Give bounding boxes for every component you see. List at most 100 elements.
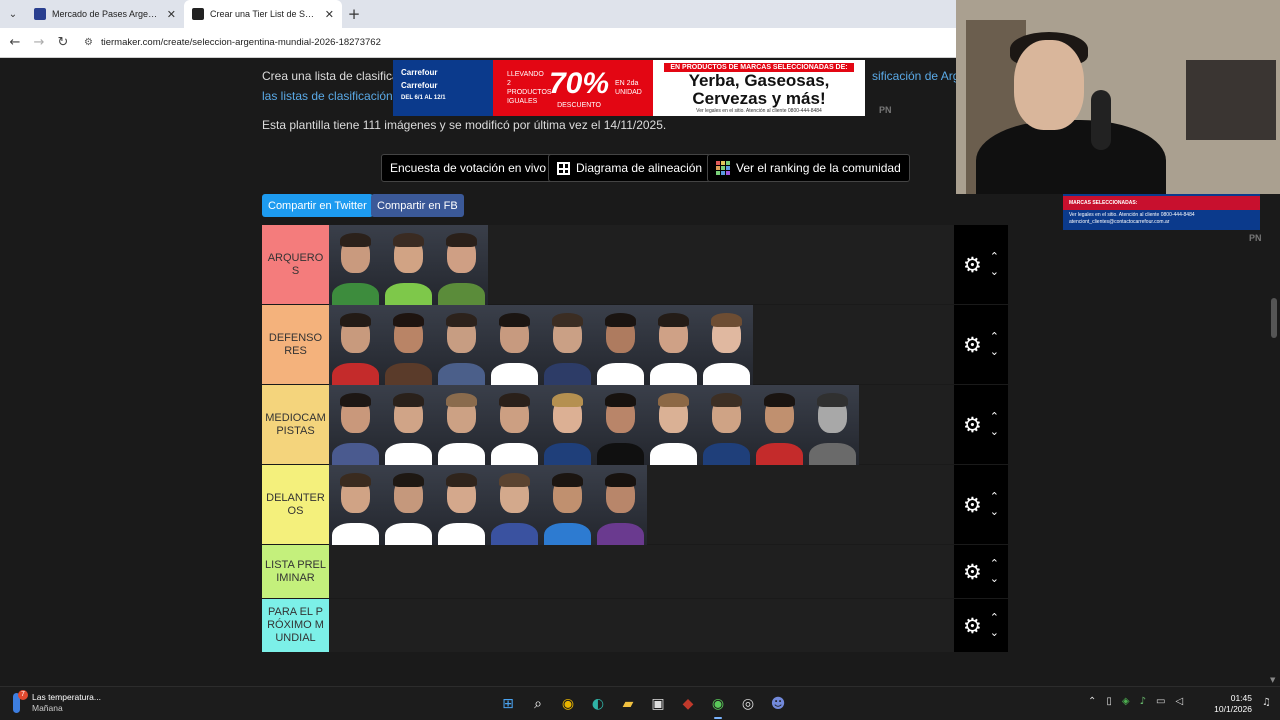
ad-promo-legal: Ver legales en el sitio. Atención al cli… <box>696 107 822 114</box>
chevron-up-icon[interactable]: ⌃ <box>990 558 999 570</box>
intro-link-right[interactable]: sificación de Arg <box>872 66 959 86</box>
player-image[interactable] <box>700 305 753 385</box>
new-tab-button[interactable]: + <box>342 5 366 23</box>
gear-icon[interactable]: ⚙ <box>963 253 982 277</box>
store-icon[interactable]: ▣ <box>646 692 670 716</box>
tab-tiermaker[interactable]: Crear una Tier List de Selección ✕ <box>184 0 342 28</box>
system-clock[interactable]: 01:45 10/1/2026 <box>1206 693 1252 715</box>
security-shield-icon[interactable]: ◈ <box>1122 696 1130 707</box>
community-ranking-button[interactable]: Ver el ranking de la comunidad <box>707 154 910 182</box>
chevron-down-icon[interactable]: ⌄ <box>990 573 999 585</box>
tier-items-dropzone[interactable] <box>329 545 954 598</box>
tier-items-dropzone[interactable] <box>329 225 954 305</box>
windows-start-icon[interactable]: ⊞ <box>496 692 520 716</box>
chrome-active-icon[interactable]: ◉ <box>706 692 730 719</box>
player-image[interactable] <box>594 385 647 465</box>
chevron-down-icon[interactable]: ⌄ <box>990 627 999 639</box>
chevron-up-icon[interactable]: ⌃ <box>990 411 999 423</box>
tab-list-chevron-down-icon[interactable]: ⌄ <box>0 0 26 28</box>
player-image[interactable] <box>329 465 382 545</box>
scrollbar-thumb[interactable] <box>1271 298 1277 338</box>
forward-arrow-icon[interactable]: → <box>30 34 48 52</box>
player-image[interactable] <box>435 225 488 305</box>
tier-label[interactable]: DEFENSORES <box>262 305 329 384</box>
share-twitter-button[interactable]: Compartir en Twitter <box>262 194 373 217</box>
network-icon[interactable]: ▭ <box>1156 696 1165 707</box>
chevron-up-icon[interactable]: ⌃ <box>990 612 999 624</box>
player-image[interactable] <box>382 305 435 385</box>
intro-link-line2[interactable]: las listas de clasificación c <box>262 89 402 103</box>
player-image[interactable] <box>488 465 541 545</box>
player-image[interactable] <box>647 305 700 385</box>
player-image[interactable] <box>594 305 647 385</box>
player-image[interactable] <box>329 305 382 385</box>
tab-mercado-pases[interactable]: Mercado de Pases Argentina 20 ✕ <box>26 0 184 28</box>
live-poll-button[interactable]: Encuesta de votación en vivo <box>381 154 556 182</box>
player-image[interactable] <box>488 385 541 465</box>
reload-icon[interactable]: ↻ <box>54 34 72 52</box>
tier-items-dropzone[interactable] <box>329 305 954 385</box>
player-image[interactable] <box>541 305 594 385</box>
chevron-down-icon[interactable]: ⌄ <box>990 346 999 358</box>
gear-icon[interactable]: ⚙ <box>963 493 982 517</box>
tier-items-dropzone[interactable] <box>329 385 954 465</box>
player-image[interactable] <box>488 305 541 385</box>
tier-label[interactable]: MEDIOCAMPISTAS <box>262 385 329 464</box>
player-image[interactable] <box>329 385 382 465</box>
chevron-down-icon[interactable]: ⌄ <box>990 426 999 438</box>
player-image[interactable] <box>382 465 435 545</box>
file-explorer-icon[interactable]: ▰ <box>616 692 640 716</box>
edge-icon[interactable]: ◐ <box>586 692 610 716</box>
share-facebook-button[interactable]: Compartir en FB <box>371 194 464 217</box>
chevron-up-icon[interactable]: ⌃ <box>990 491 999 503</box>
microphone-icon[interactable]: ♪ <box>1140 696 1146 707</box>
url-field[interactable]: ⚙ tiermaker.com/create/seleccion-argenti… <box>84 37 381 48</box>
chevron-down-icon[interactable]: ⌄ <box>990 506 999 518</box>
tier-label[interactable]: DELANTEROS <box>262 465 329 544</box>
tier-items-dropzone[interactable] <box>329 599 954 652</box>
chevron-up-icon[interactable]: ⌃ <box>990 251 999 263</box>
gear-icon[interactable]: ⚙ <box>963 560 982 584</box>
player-image[interactable] <box>753 385 806 465</box>
player-image[interactable] <box>382 385 435 465</box>
chevron-up-icon[interactable]: ⌃ <box>990 331 999 343</box>
side-ad[interactable]: MARCAS SELECCIONADAS: Ver legales en el … <box>1063 194 1260 230</box>
carrefour-banner-ad[interactable]: Carrefour Carrefour DEL 6/1 AL 12/1 LLEV… <box>393 60 865 116</box>
site-info-icon[interactable]: ⚙ <box>84 37 93 48</box>
player-image[interactable] <box>541 465 594 545</box>
tier-label[interactable]: LISTA PRELIMINAR <box>262 545 329 598</box>
player-image[interactable] <box>700 385 753 465</box>
search-icon[interactable]: ⌕ <box>526 692 550 716</box>
app-red-icon[interactable]: ◆ <box>676 692 700 716</box>
tab-close-icon[interactable]: ✕ <box>167 8 176 21</box>
tier-label[interactable]: ARQUEROS <box>262 225 329 304</box>
discord-icon[interactable]: ☻ <box>766 692 790 716</box>
gear-icon[interactable]: ⚙ <box>963 333 982 357</box>
player-shirt <box>809 443 856 465</box>
chrome-icon[interactable]: ◉ <box>556 692 580 716</box>
player-image[interactable] <box>329 225 382 305</box>
weather-widget[interactable]: 7 Las temperatura... Mañana <box>10 690 101 714</box>
tab-close-icon[interactable]: ✕ <box>325 8 334 21</box>
gear-icon[interactable]: ⚙ <box>963 413 982 437</box>
gear-icon[interactable]: ⚙ <box>963 614 982 638</box>
obs-icon[interactable]: ◎ <box>736 692 760 716</box>
tray-chevron-up-icon[interactable]: ⌃ <box>1088 696 1096 707</box>
tier-items-dropzone[interactable] <box>329 465 954 545</box>
usb-icon[interactable]: ▯ <box>1106 696 1112 707</box>
player-image[interactable] <box>435 305 488 385</box>
scroll-down-icon[interactable]: ▼ <box>1270 676 1275 684</box>
player-image[interactable] <box>382 225 435 305</box>
player-image[interactable] <box>806 385 859 465</box>
player-image[interactable] <box>647 385 700 465</box>
player-image[interactable] <box>594 465 647 545</box>
notification-bell-icon[interactable]: ♫ <box>1262 697 1271 708</box>
tier-label[interactable]: PARA EL PRÓXIMO MUNDIAL <box>262 599 329 652</box>
lineup-diagram-button[interactable]: Diagrama de alineación <box>548 154 712 182</box>
player-image[interactable] <box>435 385 488 465</box>
chevron-down-icon[interactable]: ⌄ <box>990 266 999 278</box>
volume-icon[interactable]: ◁ <box>1175 696 1183 707</box>
back-arrow-icon[interactable]: ← <box>6 34 24 52</box>
player-image[interactable] <box>435 465 488 545</box>
player-image[interactable] <box>541 385 594 465</box>
